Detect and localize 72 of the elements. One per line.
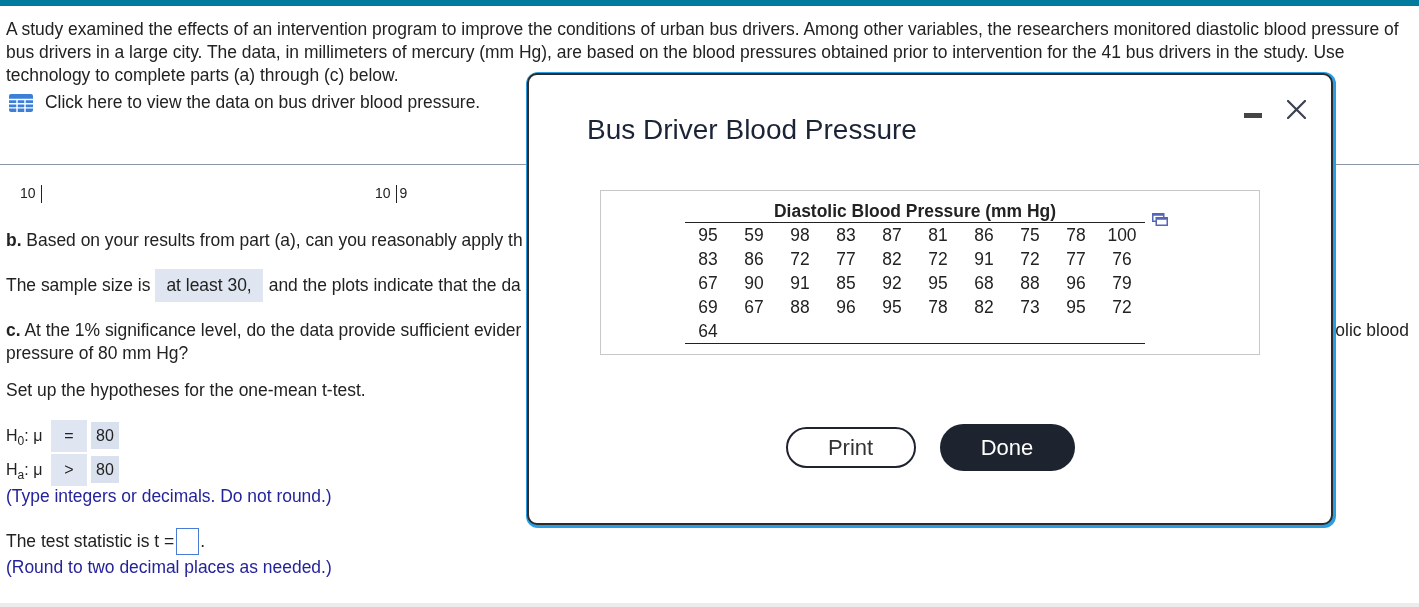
hint-text: (Round to two decimal places as needed.) xyxy=(6,555,332,579)
table-title: Diastolic Blood Pressure (mm Hg) xyxy=(685,200,1145,223)
instruction-text: Set up the hypotheses for the one-mean t-test. xyxy=(6,379,366,402)
table-cell: 98 xyxy=(777,222,823,247)
table-cell-text: 76 xyxy=(1111,248,1133,271)
dialog-title: Bus Driver Blood Pressure xyxy=(587,114,917,146)
table-cell-text: 72 xyxy=(789,248,811,271)
table-icon xyxy=(9,93,33,112)
table-cell-text: 92 xyxy=(881,272,903,295)
table-cell-text: 82 xyxy=(881,248,903,271)
relation-dropdown[interactable]: = xyxy=(51,419,87,452)
overlapping-windows-icon[interactable] xyxy=(1152,213,1168,226)
table-cell-text: 69 xyxy=(697,296,719,319)
close-icon[interactable] xyxy=(1287,100,1306,119)
statistic-label: The test statistic is t = xyxy=(6,529,175,553)
question-text: c. At the 1% significance level, do the data provide sufficient evider xyxy=(6,319,522,342)
table-cell-text: 88 xyxy=(1019,272,1041,295)
table-cell-text: 73 xyxy=(1019,296,1041,319)
table-cell-text: 83 xyxy=(697,248,719,271)
data-link[interactable]: Click here to view the data on bus driver blood pressure. xyxy=(9,91,481,114)
table-cell: 83 xyxy=(823,222,869,247)
table-cell-text: 96 xyxy=(835,296,857,319)
table-cell-text: 72 xyxy=(1019,248,1041,271)
value-input[interactable]: 80 xyxy=(91,456,119,483)
table-cell-text: 67 xyxy=(743,296,765,319)
dialog-button[interactable]: Print xyxy=(785,427,916,468)
table-cell-text: 72 xyxy=(1111,296,1133,319)
table-cell-text: 88 xyxy=(789,296,811,319)
sentence-text: The sample size is xyxy=(6,274,151,297)
table-cell-text: 79 xyxy=(1111,272,1133,295)
answer-dropdown[interactable]: at least 30, xyxy=(155,269,263,302)
table-cell: 81 xyxy=(915,222,961,247)
value-input[interactable]: 80 xyxy=(91,422,119,449)
table-cell-text: 68 xyxy=(973,272,995,295)
dialog-button[interactable]: Done xyxy=(939,424,1075,471)
table-cell-text: 91 xyxy=(973,248,995,271)
table-cell-text: 95 xyxy=(927,272,949,295)
table-cell-text: 78 xyxy=(927,296,949,319)
table-cell: 59 xyxy=(731,222,777,247)
table-cell-text: 67 xyxy=(697,272,719,295)
question-text: b. Based on your results from part (a), can you reasonably apply th xyxy=(6,229,523,252)
relation-dropdown[interactable]: > xyxy=(51,453,87,486)
period-text: . xyxy=(200,529,205,553)
table-cell-text: 77 xyxy=(1065,248,1087,271)
hypothesis-label: H$_{0}$: μ xyxy=(6,426,44,447)
question-text: pressure of 80 mm Hg? xyxy=(6,342,189,365)
table-cell-text: 91 xyxy=(789,272,811,295)
table-cell: 78 xyxy=(1053,222,1099,247)
stem-label: 10 xyxy=(20,184,36,201)
table-cell: 86 xyxy=(961,222,1007,247)
hypothesis-label: H$_{a}$: μ xyxy=(6,460,44,481)
table-cell: 95 xyxy=(685,222,731,247)
table-cell-text: 90 xyxy=(743,272,765,295)
table-cell-text: 85 xyxy=(835,272,857,295)
answer-input[interactable] xyxy=(176,527,200,555)
table-cell-text: 95 xyxy=(1065,296,1087,319)
table-cell-text: 96 xyxy=(1065,272,1087,295)
table-cell: 100 xyxy=(1099,222,1145,247)
table-cell-text: 95 xyxy=(881,296,903,319)
stem-label: 10 xyxy=(375,184,391,201)
table-cell: 87 xyxy=(869,222,915,247)
sentence-text: and the plots indicate that the da xyxy=(268,274,521,297)
hint-text: (Type integers or decimals. Do not round.) xyxy=(6,485,332,506)
table-cell: 75 xyxy=(1007,222,1053,247)
question-text: A study examined the effects of an intervention program to improve the conditions of urban bus drivers. Among other variables, the researchers monitored diastolic blood pressure of bus drivers in a large city. The data, in millimeters of mercury (mm Hg), are based on the blood pressures obtained prior to intervention for the 41 bus drivers in the study. Use technology to complete parts (a) through (c) below. xyxy=(6,18,1400,87)
table-cell-text: 77 xyxy=(835,248,857,271)
table-cell-text: 82 xyxy=(973,296,995,319)
table-cell-text: 86 xyxy=(743,248,765,271)
table-cell-text: 72 xyxy=(927,248,949,271)
leaf-label: 9 xyxy=(399,184,408,201)
table-cell: 64 xyxy=(685,319,731,344)
question-text: olic blood xyxy=(1335,319,1409,342)
